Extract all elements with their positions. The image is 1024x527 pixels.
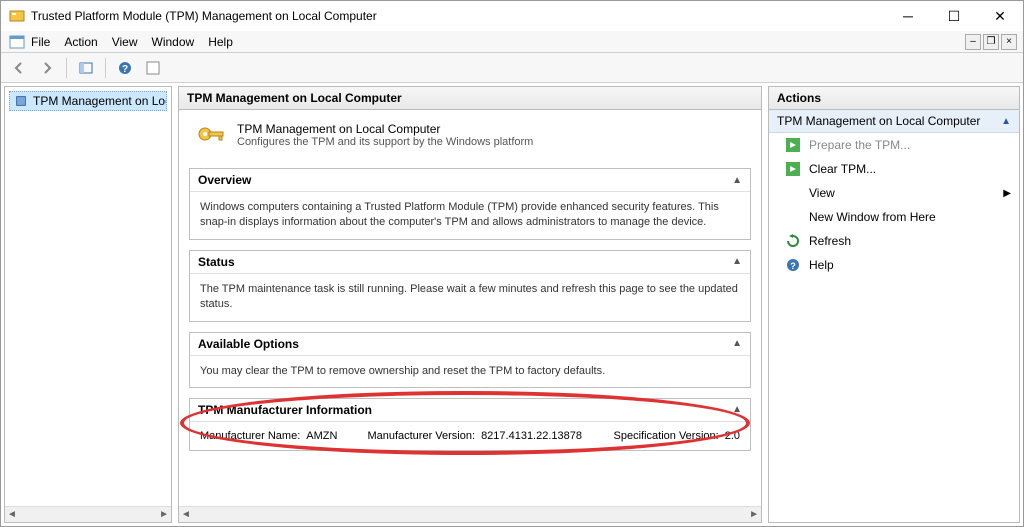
- action-label: New Window from Here: [809, 210, 936, 224]
- collapse-icon: ▲: [732, 175, 742, 186]
- content-pane: TPM Management on Local Computer TPM Man…: [178, 86, 762, 523]
- actions-group-label: TPM Management on Local Computer: [777, 114, 980, 128]
- help-icon: ?: [785, 257, 801, 273]
- menu-view[interactable]: View: [112, 35, 138, 49]
- title-bar: Trusted Platform Module (TPM) Management…: [1, 1, 1023, 31]
- menu-file[interactable]: File: [31, 35, 50, 49]
- manufacturer-header[interactable]: TPM Manufacturer Information ▲: [190, 399, 750, 422]
- action-label: Prepare the TPM...: [809, 138, 910, 152]
- status-section: Status ▲ The TPM maintenance task is sti…: [189, 250, 751, 322]
- toolbar-extra-button[interactable]: [141, 56, 165, 80]
- mdi-restore-button[interactable]: ❐: [983, 34, 999, 50]
- collapse-icon: ▲: [1001, 116, 1011, 127]
- collapse-icon: ▲: [732, 338, 742, 349]
- intro-title: TPM Management on Local Computer: [237, 122, 533, 136]
- svg-text:?: ?: [790, 261, 796, 271]
- overview-body: Windows computers containing a Trusted P…: [190, 192, 750, 239]
- action-view[interactable]: View ▶: [769, 181, 1019, 205]
- actions-group-header[interactable]: TPM Management on Local Computer ▲: [769, 110, 1019, 133]
- mfr-name-value: AMZN: [306, 430, 337, 442]
- arrow-right-icon: [785, 137, 801, 153]
- refresh-icon: [785, 233, 801, 249]
- action-label: Help: [809, 258, 834, 272]
- actions-title: Actions: [769, 87, 1019, 110]
- menu-help[interactable]: Help: [208, 35, 233, 49]
- action-prepare-tpm[interactable]: Prepare the TPM...: [769, 133, 1019, 157]
- intro-block: TPM Management on Local Computer Configu…: [189, 118, 751, 158]
- available-options-section: Available Options ▲ You may clear the TP…: [189, 332, 751, 388]
- back-button[interactable]: [7, 56, 31, 80]
- key-icon: [195, 122, 227, 154]
- actions-pane: Actions TPM Management on Local Computer…: [768, 86, 1020, 523]
- arrow-right-icon: [785, 161, 801, 177]
- spec-version-label: Specification Version:: [614, 430, 719, 442]
- mdi-minimize-button[interactable]: ‒: [965, 34, 981, 50]
- minimize-button[interactable]: ─: [885, 1, 931, 31]
- status-header-label: Status: [198, 255, 235, 269]
- action-label: Clear TPM...: [809, 162, 876, 176]
- overview-header-label: Overview: [198, 173, 251, 187]
- blank-icon: [785, 209, 801, 225]
- mfr-name-label: Manufacturer Name:: [200, 430, 300, 442]
- mfr-version-value: 8217.4131.22.13878: [481, 430, 582, 442]
- horizontal-scrollbar[interactable]: ◄►: [5, 506, 171, 522]
- tpm-chip-icon: [14, 94, 28, 108]
- status-header[interactable]: Status ▲: [190, 251, 750, 274]
- available-options-header-label: Available Options: [198, 337, 299, 351]
- blank-icon: [785, 185, 801, 201]
- tree-pane: TPM Management on Local Comp ◄►: [4, 86, 172, 523]
- action-clear-tpm[interactable]: Clear TPM...: [769, 157, 1019, 181]
- collapse-icon: ▲: [732, 256, 742, 267]
- overview-section: Overview ▲ Windows computers containing …: [189, 168, 751, 240]
- maximize-button[interactable]: ☐: [931, 1, 977, 31]
- tree-root-label: TPM Management on Local Comp: [33, 94, 167, 108]
- submenu-arrow-icon: ▶: [1003, 188, 1011, 199]
- window-title: Trusted Platform Module (TPM) Management…: [31, 9, 885, 23]
- toolbar: ?: [1, 53, 1023, 83]
- mmc-icon: [9, 34, 25, 50]
- available-options-header[interactable]: Available Options ▲: [190, 333, 750, 356]
- manufacturer-details: Manufacturer Name: AMZN Manufacturer Ver…: [190, 422, 750, 450]
- close-button[interactable]: ✕: [977, 1, 1023, 31]
- action-label: Refresh: [809, 234, 851, 248]
- action-new-window[interactable]: New Window from Here: [769, 205, 1019, 229]
- status-body: The TPM maintenance task is still runnin…: [190, 274, 750, 321]
- spec-version-value: 2.0: [725, 430, 740, 442]
- action-refresh[interactable]: Refresh: [769, 229, 1019, 253]
- toolbar-separator: [66, 58, 67, 78]
- content-title: TPM Management on Local Computer: [179, 87, 761, 110]
- intro-subtitle: Configures the TPM and its support by th…: [237, 136, 533, 148]
- mfr-version-label: Manufacturer Version:: [367, 430, 475, 442]
- forward-button[interactable]: [35, 56, 59, 80]
- collapse-icon: ▲: [732, 404, 742, 415]
- show-hide-tree-button[interactable]: [74, 56, 98, 80]
- svg-text:?: ?: [122, 64, 128, 75]
- toolbar-separator: [105, 58, 106, 78]
- help-button[interactable]: ?: [113, 56, 137, 80]
- menu-bar: File Action View Window Help ‒ ❐ ×: [1, 31, 1023, 53]
- horizontal-scrollbar[interactable]: ◄►: [179, 506, 761, 522]
- manufacturer-header-label: TPM Manufacturer Information: [198, 403, 372, 417]
- tree-view[interactable]: TPM Management on Local Comp: [5, 87, 171, 506]
- mdi-close-button[interactable]: ×: [1001, 34, 1017, 50]
- menu-action[interactable]: Action: [64, 35, 97, 49]
- overview-header[interactable]: Overview ▲: [190, 169, 750, 192]
- app-icon: [9, 8, 25, 24]
- manufacturer-section: TPM Manufacturer Information ▲ Manufactu…: [189, 398, 751, 451]
- tree-root-item[interactable]: TPM Management on Local Comp: [9, 91, 167, 111]
- action-label: View: [809, 186, 835, 200]
- action-help[interactable]: ? Help: [769, 253, 1019, 277]
- available-options-body: You may clear the TPM to remove ownershi…: [190, 356, 750, 387]
- menu-window[interactable]: Window: [152, 35, 195, 49]
